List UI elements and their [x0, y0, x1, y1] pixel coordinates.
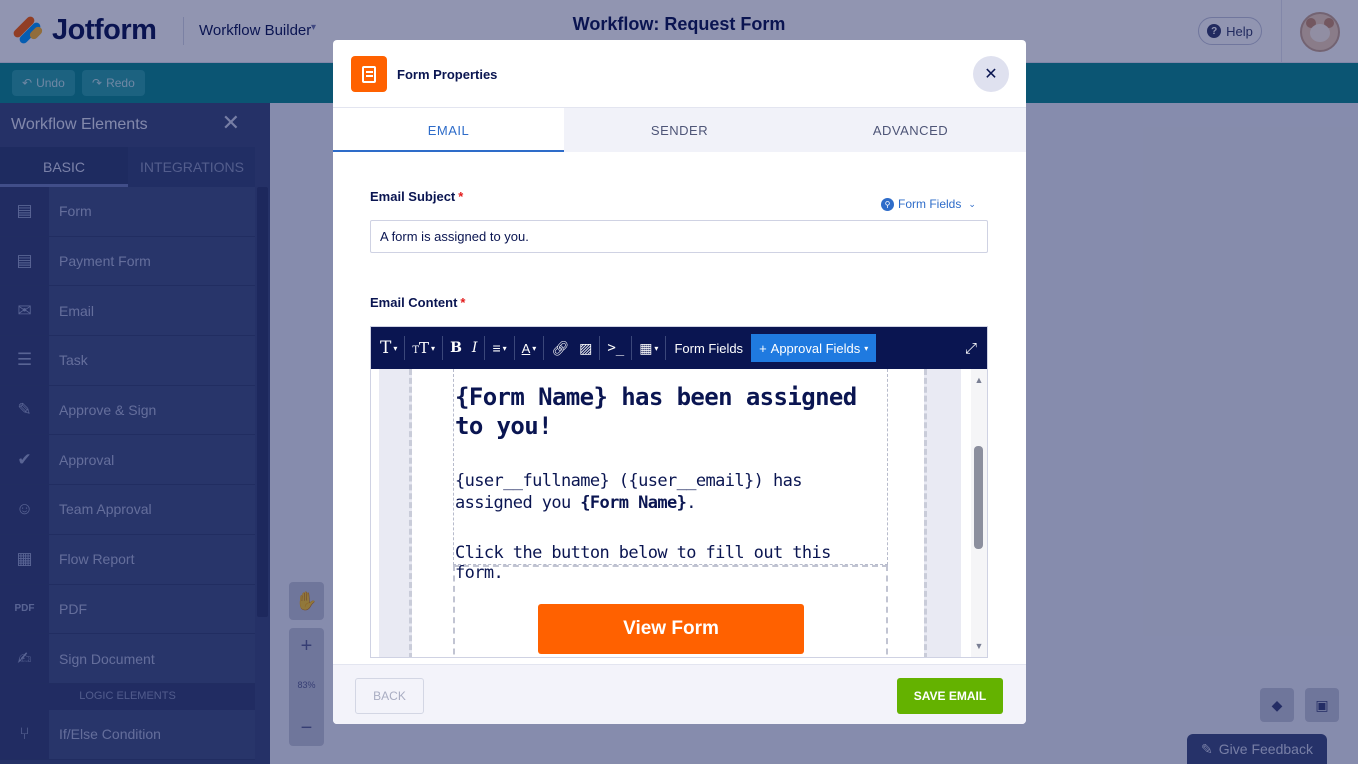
- editor-scrollbar[interactable]: ▲ ▼: [971, 369, 987, 657]
- toolbar-form-fields-button[interactable]: Form Fields: [668, 341, 749, 356]
- approval-fields-label: Approval Fields: [770, 340, 861, 356]
- caret-down-icon: ▾: [502, 343, 507, 353]
- email-margin-right: [924, 369, 961, 657]
- plus-icon: +: [759, 340, 767, 356]
- chevron-down-icon: ⌄: [968, 198, 976, 209]
- font-icon: T: [380, 338, 392, 358]
- modal-footer: BACK SAVE EMAIL: [333, 664, 1026, 724]
- form-fields-dropdown[interactable]: ⚲ Form Fields ⌄: [881, 197, 976, 211]
- tab-email[interactable]: EMAIL: [333, 108, 564, 152]
- email-margin-left: [379, 369, 412, 657]
- table-icon: ▦: [639, 339, 653, 356]
- table-button[interactable]: ▦ ▾: [634, 327, 663, 369]
- fullscreen-button[interactable]: ⤢: [965, 327, 977, 369]
- caret-down-icon: ▾: [532, 343, 537, 353]
- bold-icon: B: [450, 340, 462, 356]
- email-instruction[interactable]: Click the button below to fill out this …: [455, 543, 885, 583]
- scroll-up-icon[interactable]: ▲: [974, 375, 984, 385]
- email-heading[interactable]: {Form Name} has been assigned to you!: [455, 383, 875, 441]
- email-content-editor: T ▾ TT ▾ B I ≡ ▾ A ▾ 🔗︎ ▨ >_ ▦ ▾ Form Fields …: [370, 326, 988, 658]
- editor-body[interactable]: {Form Name} has been assigned to you! {u…: [371, 369, 971, 657]
- scroll-thumb[interactable]: [974, 446, 983, 549]
- form-properties-modal: Form Properties ✕ EMAIL SENDER ADVANCED …: [333, 40, 1026, 724]
- modal-title: Form Properties: [397, 67, 498, 82]
- email-subject-input[interactable]: [370, 220, 988, 253]
- close-icon: ✕: [984, 66, 998, 83]
- tab-advanced[interactable]: ADVANCED: [795, 108, 1026, 152]
- email-paragraph[interactable]: {user__fullname} ({user__email}) has ass…: [455, 470, 875, 514]
- caret-down-icon: ▾: [864, 343, 869, 353]
- save-email-button[interactable]: SAVE EMAIL: [897, 678, 1003, 714]
- text-color-button[interactable]: A ▾: [517, 327, 542, 369]
- align-left-icon: ≡: [492, 340, 501, 356]
- close-modal-button[interactable]: ✕: [973, 56, 1009, 92]
- editor-toolbar: T ▾ TT ▾ B I ≡ ▾ A ▾ 🔗︎ ▨ >_ ▦ ▾ Form Fields …: [371, 327, 987, 369]
- view-form-button[interactable]: View Form: [538, 604, 804, 654]
- expand-icon: ⤢: [964, 339, 977, 357]
- image-button[interactable]: ▨: [574, 327, 597, 369]
- image-icon: ▨: [579, 339, 593, 356]
- text-color-icon: A: [521, 340, 531, 356]
- back-button[interactable]: BACK: [355, 678, 424, 714]
- modal-tabs: EMAIL SENDER ADVANCED: [333, 108, 1026, 152]
- text-size-icon: TT: [412, 339, 430, 357]
- required-mark: *: [458, 189, 464, 204]
- form-fields-label: Form Fields: [898, 197, 962, 211]
- email-content-label: Email Content *: [370, 295, 466, 310]
- code-button[interactable]: >_: [602, 327, 629, 369]
- terminal-icon: >_: [607, 340, 625, 356]
- approval-fields-button[interactable]: + Approval Fields ▾: [751, 334, 877, 362]
- caret-down-icon: ▾: [431, 343, 436, 353]
- link-button[interactable]: 🔗︎: [546, 327, 574, 369]
- caret-down-icon: ▾: [654, 343, 659, 353]
- form-icon: [351, 56, 387, 92]
- tab-sender[interactable]: SENDER: [564, 108, 795, 152]
- font-family-button[interactable]: T ▾: [375, 327, 402, 369]
- caret-down-icon: ▾: [393, 343, 398, 353]
- modal-header: Form Properties ✕: [333, 40, 1026, 108]
- align-button[interactable]: ≡ ▾: [487, 327, 511, 369]
- italic-icon: I: [471, 340, 478, 356]
- bold-button[interactable]: B: [445, 327, 467, 369]
- email-subject-label: Email Subject *: [370, 189, 464, 204]
- link-icon: ⚲: [881, 197, 894, 211]
- required-mark: *: [460, 295, 466, 310]
- italic-button[interactable]: I: [467, 327, 483, 369]
- scroll-down-icon[interactable]: ▼: [974, 641, 984, 651]
- link-icon: 🔗︎: [551, 339, 570, 356]
- font-size-button[interactable]: TT ▾: [407, 327, 440, 369]
